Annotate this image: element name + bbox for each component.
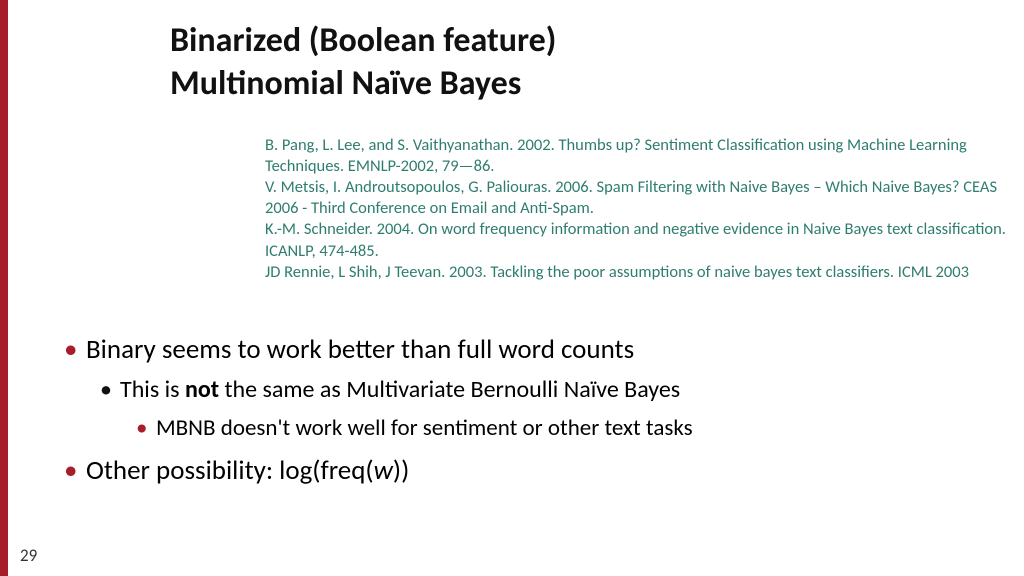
bullet-list-level-1: Binary seems to work better than full wo… — [60, 330, 1000, 490]
reference-item: JD Rennie, L Shih, J Teevan. 2003. Tackl… — [265, 262, 1015, 283]
slide-title: Binarized (Boolean feature) Multinomial … — [170, 20, 990, 105]
bullet-list-level-2: This is not the same as Multivariate Ber… — [86, 373, 1000, 445]
reference-item: K.-M. Schneider. 2004. On word frequency… — [265, 219, 1015, 261]
accent-bar — [0, 0, 8, 576]
bullet-text: MBNB doesn't work well for sentiment or … — [156, 414, 693, 442]
page-number: 29 — [20, 545, 37, 566]
title-line-1: Binarized (Boolean feature) — [170, 20, 556, 61]
bullet-text: Binary seems to work better than full wo… — [86, 333, 634, 366]
body-content: Binary seems to work better than full wo… — [60, 330, 1000, 496]
bullet-text-italic: w — [374, 454, 393, 487]
slide: Binarized (Boolean feature) Multinomial … — [0, 0, 1024, 576]
bullet-item: This is not the same as Multivariate Ber… — [120, 373, 1000, 445]
reference-item: V. Metsis, I. Androutsopoulos, G. Paliou… — [265, 177, 1015, 219]
bullet-text-bold: not — [185, 375, 219, 404]
bullet-item: Other possibility: log(freq(w)) — [86, 451, 1000, 490]
title-line-2: Multinomial Naïve Bayes — [170, 63, 521, 104]
references-block: B. Pang, L. Lee, and S. Vaithyanathan. 2… — [265, 135, 1015, 283]
bullet-text-pre: This is — [120, 375, 185, 404]
bullet-item: Binary seems to work better than full wo… — [86, 330, 1000, 445]
bullet-list-level-3: MBNB doesn't work well for sentiment or … — [120, 412, 1000, 445]
bullet-text-post: the same as Multivariate Bernoulli Naïve… — [219, 375, 680, 404]
bullet-text-pre: Other possibility: log(freq( — [86, 454, 374, 487]
bullet-item: MBNB doesn't work well for sentiment or … — [156, 412, 1000, 445]
bullet-text-post: )) — [393, 454, 409, 487]
reference-item: B. Pang, L. Lee, and S. Vaithyanathan. 2… — [265, 135, 1015, 177]
